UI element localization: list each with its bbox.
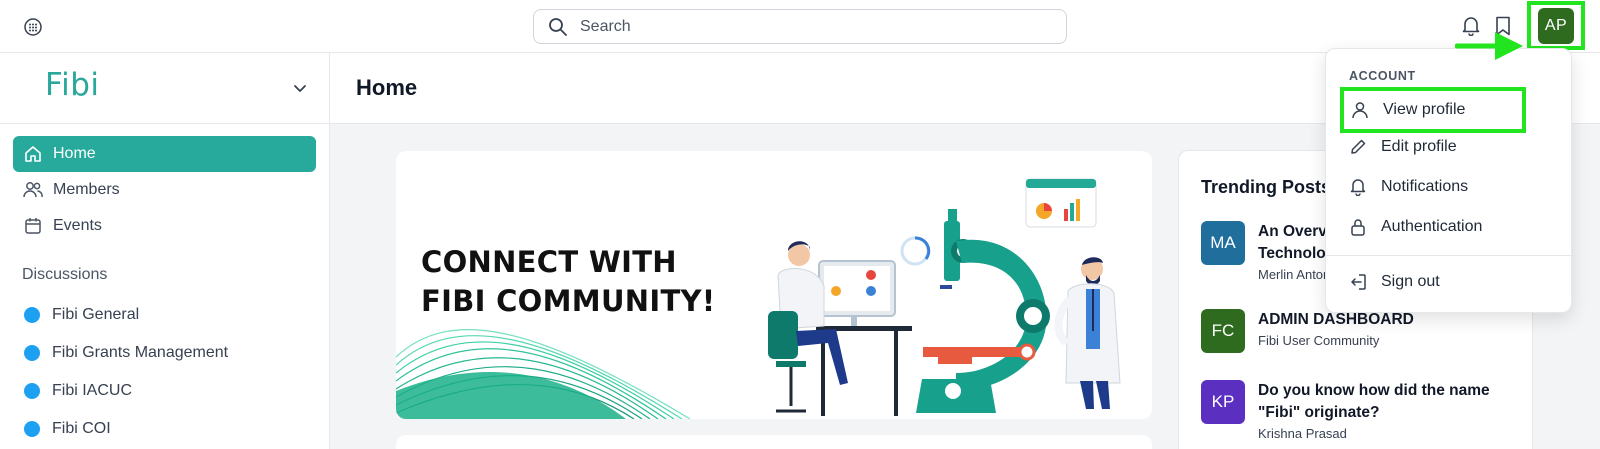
users-icon: [23, 180, 43, 200]
menu-item-label: View profile: [1383, 101, 1466, 118]
lock-icon: [1348, 217, 1368, 237]
discussion-dot: [24, 421, 40, 437]
authentication-item[interactable]: Authentication: [1338, 207, 1548, 247]
sign-out-item[interactable]: Sign out: [1338, 262, 1548, 302]
sidebar: Fibi Home Members Events Discussions Fib…: [0, 53, 330, 449]
discussion-item-fibi-iacuc[interactable]: Fibi IACUC: [0, 372, 329, 410]
page-title: Home: [356, 75, 418, 100]
banner-line-2: FIBI COMMUNITY!: [421, 284, 716, 318]
bell-icon: [1348, 177, 1368, 197]
user-icon: [1350, 100, 1370, 120]
post-avatar: MA: [1201, 221, 1245, 265]
discussion-label: Fibi COI: [52, 420, 111, 437]
sidebar-item-home[interactable]: Home: [13, 136, 316, 172]
trending-post[interactable]: KP Do you know how did the name "Fibi" o…: [1201, 380, 1508, 441]
avatar-button-highlight[interactable]: AP: [1527, 1, 1585, 50]
account-menu-heading: ACCOUNT: [1349, 69, 1416, 83]
pencil-icon: [1348, 137, 1368, 157]
search-icon: [548, 16, 570, 38]
discussion-item-fibi-coi[interactable]: Fibi COI: [0, 410, 329, 448]
next-card: [396, 435, 1152, 449]
discussion-dot: [24, 307, 40, 323]
community-banner[interactable]: CONNECT WITH FIBI COMMUNITY!: [396, 151, 1152, 419]
banner-headline: CONNECT WITH FIBI COMMUNITY!: [421, 243, 715, 321]
post-avatar: FC: [1201, 309, 1245, 353]
sidebar-item-label: Events: [53, 217, 102, 234]
search-bar[interactable]: [533, 9, 1067, 44]
sidebar-item-label: Members: [53, 181, 120, 198]
post-avatar: KP: [1201, 380, 1245, 424]
discussion-dot: [24, 345, 40, 361]
sidebar-item-label: Home: [53, 145, 96, 162]
discussion-label: Fibi General: [52, 306, 140, 323]
trending-post[interactable]: FC ADMIN DASHBOARD Fibi User Community: [1201, 309, 1508, 353]
annotation-arrow-icon: [1455, 32, 1523, 60]
fibi-logo[interactable]: Fibi: [45, 67, 99, 103]
account-menu: ACCOUNT View profile Edit profile Notifi…: [1325, 48, 1572, 313]
sign-out-icon: [1348, 272, 1368, 292]
banner-line-1: CONNECT WITH: [421, 245, 677, 279]
calendar-icon: [23, 216, 43, 236]
home-icon: [23, 144, 43, 164]
post-author: Fibi User Community: [1258, 333, 1380, 348]
discussion-label: Fibi Grants Management: [52, 344, 229, 361]
menu-item-label: Notifications: [1381, 178, 1469, 195]
top-bar: AP: [0, 0, 1600, 53]
edit-profile-item[interactable]: Edit profile: [1338, 127, 1548, 167]
post-author: Krishna Prasad: [1258, 426, 1347, 441]
menu-item-label: Edit profile: [1381, 138, 1457, 155]
menu-item-label: Authentication: [1381, 218, 1483, 235]
sidebar-item-members[interactable]: Members: [13, 172, 316, 208]
menu-divider: [1326, 255, 1571, 256]
menu-item-label: Sign out: [1381, 273, 1440, 290]
discussion-dot: [24, 383, 40, 399]
discussions-heading: Discussions: [22, 266, 108, 283]
avatar[interactable]: AP: [1538, 7, 1574, 44]
notifications-item[interactable]: Notifications: [1338, 167, 1548, 207]
discussion-label: Fibi IACUC: [52, 382, 133, 399]
post-title[interactable]: Do you know how did the name "Fibi" orig…: [1258, 380, 1508, 424]
search-input[interactable]: [580, 17, 1020, 36]
discussion-item-fibi-grants-management[interactable]: Fibi Grants Management: [0, 334, 329, 372]
apps-menu-icon[interactable]: [22, 16, 44, 38]
sidebar-nav: Home Members Events: [0, 124, 329, 244]
chevron-down-icon[interactable]: [292, 80, 308, 96]
trending-posts-title: Trending Posts: [1201, 177, 1332, 197]
sidebar-item-events[interactable]: Events: [13, 208, 316, 244]
discussion-item-fibi-general[interactable]: Fibi General: [0, 296, 329, 334]
brand-row: Fibi: [0, 53, 329, 124]
